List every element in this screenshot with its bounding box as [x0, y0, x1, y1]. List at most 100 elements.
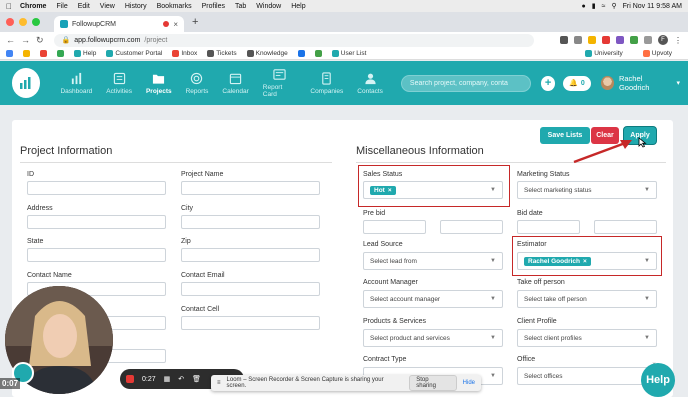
nav-contacts[interactable]: Contacts — [357, 72, 383, 95]
maximize-window-icon[interactable] — [32, 18, 40, 26]
trash-icon[interactable]: 🗑 — [192, 375, 201, 383]
menu-clock[interactable]: Fri Nov 11 9:58 AM — [623, 3, 682, 10]
state-input[interactable] — [27, 248, 166, 262]
puzzle-icon[interactable] — [644, 36, 652, 44]
menu-bookmarks[interactable]: Bookmarks — [157, 3, 192, 10]
menu-profiles[interactable]: Profiles — [202, 3, 225, 10]
sales-status-select[interactable]: Hot × ▼ — [363, 181, 503, 199]
estimator-select[interactable]: Rachel Goodrich × ▼ — [517, 252, 657, 270]
nav-report-card[interactable]: Report Card — [263, 68, 297, 98]
nav-label: Contacts — [357, 87, 383, 95]
hide-button[interactable]: Hide — [463, 380, 475, 386]
menu-file[interactable]: File — [56, 3, 67, 10]
extension-icon[interactable] — [630, 36, 638, 44]
extension-icon[interactable] — [602, 36, 610, 44]
minimize-window-icon[interactable] — [19, 18, 27, 26]
nav-companies[interactable]: Companies — [310, 71, 343, 95]
bookmark-inbox[interactable]: Inbox — [172, 50, 197, 57]
label-lead-source: Lead Source — [363, 241, 403, 248]
bookmark-item[interactable] — [23, 50, 30, 57]
bookmark-help[interactable]: Help — [74, 50, 96, 57]
close-tab-icon[interactable]: × — [173, 20, 178, 29]
new-tab-icon[interactable]: + — [192, 16, 198, 28]
lead-source-select[interactable]: Select lead from ▼ — [363, 252, 503, 270]
stop-recording-icon[interactable] — [126, 375, 134, 383]
office-select[interactable]: Select offices ▼ — [517, 367, 657, 385]
bookmark-apps[interactable] — [6, 50, 13, 57]
contact-cell-input[interactable] — [181, 316, 320, 330]
id-input[interactable] — [27, 181, 166, 195]
take-off-select[interactable]: Select take off person ▼ — [517, 290, 657, 308]
pre-bid-from-input[interactable] — [363, 220, 426, 234]
zip-input[interactable] — [181, 248, 320, 262]
section-title-misc: Miscellaneous Information — [356, 145, 484, 157]
forward-icon[interactable]: → — [21, 35, 30, 45]
browser-tab-strip: FollowupCRM × + — [0, 12, 688, 32]
bookmark-label: Inbox — [181, 50, 198, 57]
wifi-icon[interactable]: ≈ — [602, 3, 606, 10]
bookmark-customer-portal[interactable]: Customer Portal — [106, 50, 162, 57]
menu-app-name[interactable]: Chrome — [20, 3, 46, 10]
products-select[interactable]: Select product and services ▼ — [363, 329, 503, 347]
menu-tab[interactable]: Tab — [235, 3, 246, 10]
search-icon[interactable]: ⚲ — [611, 2, 616, 10]
bookmark-item[interactable] — [57, 50, 64, 57]
bookmark-user-list[interactable]: User List — [331, 50, 366, 57]
bookmark-item[interactable] — [40, 50, 47, 57]
notifications-button[interactable]: 🔔 0 — [563, 75, 591, 91]
nav-calendar[interactable]: Calendar — [222, 72, 249, 95]
stop-sharing-button[interactable]: Stop sharing — [409, 375, 457, 391]
bookmark-star-icon[interactable] — [588, 36, 596, 44]
bid-date-from-input[interactable] — [517, 220, 580, 234]
city-input[interactable] — [181, 215, 320, 229]
address-input[interactable] — [27, 215, 166, 229]
client-profile-select[interactable]: Select client profiles ▼ — [517, 329, 657, 347]
project-name-input[interactable] — [181, 181, 320, 195]
contact-email-input[interactable] — [181, 282, 320, 296]
global-search-input[interactable] — [400, 74, 531, 92]
bookmark-favicon-icon — [297, 50, 305, 57]
grid-icon[interactable]: ▦ — [164, 375, 171, 383]
back-icon[interactable]: ← — [6, 35, 15, 45]
reload-icon[interactable]: ↻ — [36, 35, 44, 46]
menu-view[interactable]: View — [100, 3, 115, 10]
bookmark-item[interactable] — [314, 50, 322, 57]
menu-history[interactable]: History — [125, 3, 147, 10]
menu-lines-icon: ≡ — [217, 380, 221, 386]
nav-projects[interactable]: Projects — [146, 72, 172, 95]
user-menu[interactable]: Rachel Goodrich ▾ — [600, 74, 680, 92]
url-bar[interactable]: 🔒 app.followupcrm.com/project — [53, 33, 534, 47]
browser-tab-active[interactable]: FollowupCRM × — [54, 16, 184, 32]
battery-icon[interactable]: ▮ — [592, 2, 596, 10]
help-button[interactable]: Help — [641, 363, 675, 397]
nav-dashboard[interactable]: Dashboard — [60, 72, 92, 95]
menu-window[interactable]: Window — [256, 3, 281, 10]
record-status-icon[interactable]: ● — [582, 3, 586, 10]
marketing-status-select[interactable]: Select marketing status ▼ — [517, 181, 657, 199]
nav-activities[interactable]: Activities — [106, 72, 132, 95]
bid-date-to-input[interactable] — [594, 220, 657, 234]
profile-icon[interactable]: F — [658, 35, 668, 45]
account-manager-select[interactable]: Select account manager ▼ — [363, 290, 503, 308]
estimator-chip: Rachel Goodrich × — [524, 256, 591, 266]
bookmark-tickets[interactable]: Tickets — [207, 50, 237, 57]
nav-reports[interactable]: Reports — [186, 72, 208, 95]
followup-logo[interactable] — [12, 68, 41, 98]
bookmark-upvoty[interactable]: Upvoty — [642, 50, 672, 57]
bookmark-knowledge[interactable]: Knowledge — [246, 50, 288, 57]
close-window-icon[interactable] — [6, 18, 14, 26]
add-icon[interactable]: + — [540, 75, 556, 91]
menu-help[interactable]: Help — [291, 3, 305, 10]
menu-edit[interactable]: Edit — [78, 3, 90, 10]
extension-icon[interactable] — [616, 36, 624, 44]
undo-icon[interactable]: ↶ — [178, 375, 184, 383]
pre-bid-to-input[interactable] — [440, 220, 503, 234]
share-icon[interactable] — [574, 36, 582, 44]
bookmark-university[interactable]: University — [585, 50, 623, 57]
apple-icon[interactable]:  — [6, 2, 12, 11]
remove-chip-icon[interactable]: × — [388, 187, 392, 194]
camera-icon[interactable] — [560, 36, 568, 44]
bookmark-item[interactable] — [297, 50, 305, 57]
kebab-menu-icon[interactable]: ⋮ — [674, 36, 682, 45]
remove-chip-icon[interactable]: × — [583, 258, 587, 265]
